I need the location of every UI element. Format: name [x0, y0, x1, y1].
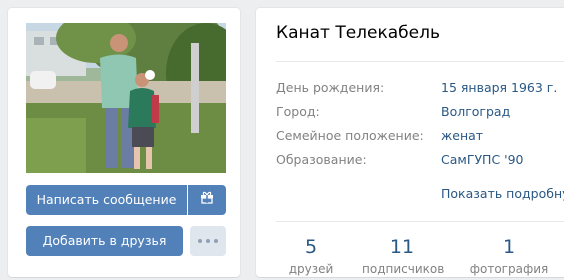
profile-photo[interactable] — [26, 23, 226, 173]
info-label-marital: Семейное положение: — [276, 128, 424, 143]
counter-number: 5 — [304, 236, 318, 258]
more-actions-button[interactable] — [190, 226, 226, 256]
more-dots-icon — [196, 239, 220, 243]
counter-number: 1 — [502, 236, 516, 258]
info-value-city[interactable]: Волгоград — [441, 104, 510, 119]
counter-photos[interactable]: 1 фотография — [469, 236, 549, 280]
info-value-marital[interactable]: женат — [441, 128, 483, 143]
divider — [276, 61, 564, 62]
profile-right-card: Канат Телекабель День рождения: 15 январ… — [256, 8, 564, 277]
counter-followers[interactable]: 11 подписчиков — [362, 236, 444, 280]
info-value-birthday[interactable]: 15 января 1963 г. — [441, 80, 557, 95]
gift-button[interactable] — [188, 185, 226, 215]
info-label-city: Город: — [276, 104, 320, 119]
gift-icon — [200, 185, 214, 215]
info-label-birthday: День рождения: — [276, 80, 385, 95]
show-more-link[interactable]: Показать подробную — [441, 186, 564, 201]
counter-number: 11 — [389, 236, 415, 258]
info-value-education[interactable]: СамГУПС '90 — [441, 152, 524, 167]
profile-name: Канат Телекабель — [276, 23, 441, 43]
send-message-button[interactable]: Написать сообщение — [26, 185, 187, 215]
add-friend-button[interactable]: Добавить в друзья — [26, 226, 183, 256]
counter-friends[interactable]: 5 друзей — [271, 236, 351, 280]
profile-left-card: Написать сообщение Добавить в друзья — [8, 8, 240, 277]
divider — [276, 221, 564, 222]
info-label-education: Образование: — [276, 152, 367, 167]
